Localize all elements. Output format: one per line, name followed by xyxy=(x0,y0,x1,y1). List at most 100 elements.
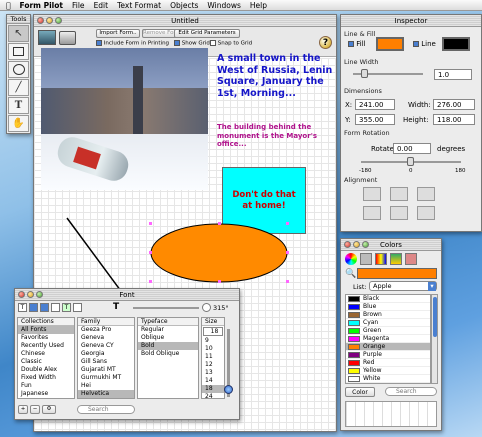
collection-item[interactable]: Japanese xyxy=(18,390,74,398)
text-color-icon[interactable] xyxy=(40,303,49,312)
color-swatch-tray[interactable] xyxy=(345,401,437,427)
text-shadow-icon[interactable]: T xyxy=(62,303,71,312)
document-color-icon[interactable] xyxy=(51,303,60,312)
color-list-item[interactable]: Cyan xyxy=(346,319,430,327)
line-width-slider-thumb[interactable] xyxy=(361,69,368,78)
apple-icon[interactable]:  xyxy=(6,1,11,10)
edit-grid-button[interactable]: Edit Grid Parameters xyxy=(174,29,240,38)
form-image-icon[interactable] xyxy=(38,30,56,45)
y-field[interactable]: 355.00 xyxy=(355,114,395,125)
color-list-item[interactable]: Yellow xyxy=(346,367,430,375)
include-printing-checkbox[interactable]: Include Form in Printing xyxy=(96,40,169,47)
size-field[interactable]: 18 xyxy=(203,327,223,336)
arrow-icon[interactable]: ↖ xyxy=(8,25,29,42)
menu-text-format[interactable]: Text Format xyxy=(117,1,161,10)
add-collection-button[interactable]: + xyxy=(18,405,28,414)
font-close-button[interactable] xyxy=(18,291,25,298)
shadow-text-icon[interactable]: T xyxy=(113,302,119,312)
color-wheel-icon[interactable] xyxy=(345,253,357,265)
align-center-h-icon[interactable] xyxy=(390,187,408,201)
font-search-field[interactable]: Search xyxy=(77,405,135,414)
fill-color-well[interactable] xyxy=(376,37,404,51)
collection-item[interactable]: Double Alex xyxy=(18,366,74,374)
collection-item[interactable]: Fixed Width xyxy=(18,374,74,382)
align-bottom-icon[interactable] xyxy=(417,206,435,220)
color-list-item[interactable]: Blue xyxy=(346,303,430,311)
colors-search-field[interactable]: Search xyxy=(385,387,437,396)
color-sliders-icon[interactable] xyxy=(360,253,372,265)
collection-item[interactable]: Chinese xyxy=(18,350,74,358)
colors-close-button[interactable] xyxy=(344,241,351,248)
size-item[interactable]: 13 xyxy=(202,369,224,377)
menu-file[interactable]: File xyxy=(72,1,85,10)
menu-windows[interactable]: Windows xyxy=(207,1,240,10)
family-item[interactable]: Geneva CY xyxy=(78,342,134,350)
text-underline-icon[interactable]: T xyxy=(18,303,27,312)
zoom-button[interactable] xyxy=(55,17,62,24)
family-item[interactable]: Gujarati MT xyxy=(78,366,134,374)
color-list-item[interactable]: Magenta xyxy=(346,335,430,343)
font-zoom-button[interactable] xyxy=(36,291,43,298)
orange-ellipse[interactable] xyxy=(150,223,288,283)
page-icon[interactable] xyxy=(73,303,82,312)
menu-edit[interactable]: Edit xyxy=(94,1,109,10)
color-list-item[interactable]: White xyxy=(346,375,430,383)
shadow-sliders[interactable] xyxy=(133,307,199,309)
magnifier-icon[interactable]: 🔍 xyxy=(345,269,356,279)
help-button[interactable]: ? xyxy=(319,36,332,49)
typeface-item[interactable]: Bold xyxy=(138,342,198,350)
menu-help[interactable]: Help xyxy=(250,1,267,10)
current-color-well[interactable] xyxy=(357,268,437,279)
collection-item[interactable]: Recently Used xyxy=(18,342,74,350)
family-item[interactable]: Helvetica xyxy=(78,390,134,398)
image-palettes-icon[interactable] xyxy=(390,253,402,265)
line-icon[interactable]: ╱ xyxy=(8,79,29,96)
list-popup[interactable]: Apple ▾ xyxy=(369,281,437,291)
color-list-item[interactable]: Green xyxy=(346,327,430,335)
strikethrough-icon[interactable] xyxy=(29,303,38,312)
menu-app[interactable]: Form Pilot xyxy=(20,1,63,10)
text-icon[interactable]: T xyxy=(8,97,29,114)
align-top-icon[interactable] xyxy=(363,206,381,220)
height-field[interactable]: 118.00 xyxy=(433,114,475,125)
fill-checkbox[interactable]: Fill xyxy=(348,40,366,48)
collection-item[interactable]: Classic xyxy=(18,358,74,366)
family-item[interactable]: Hei xyxy=(78,382,134,390)
printer-icon[interactable] xyxy=(59,31,76,45)
color-list-item[interactable]: Purple xyxy=(346,351,430,359)
colors-minimize-button[interactable] xyxy=(353,241,360,248)
hand-icon[interactable]: ✋ xyxy=(8,115,29,132)
size-item[interactable]: 12 xyxy=(202,361,224,369)
typeface-item[interactable]: Oblique xyxy=(138,334,198,342)
collection-item[interactable]: Favorites xyxy=(18,334,74,342)
snap-grid-checkbox[interactable]: Snap to Grid xyxy=(210,40,252,47)
size-item[interactable]: 11 xyxy=(202,353,224,361)
rectangle-icon[interactable] xyxy=(8,43,29,60)
rotate-field[interactable]: 0.00 xyxy=(393,143,431,154)
close-button[interactable] xyxy=(37,17,44,24)
typeface-item[interactable]: Regular xyxy=(138,326,198,334)
width-field[interactable]: 276.00 xyxy=(433,99,475,110)
family-item[interactable]: Geneva xyxy=(78,334,134,342)
size-slider-thumb[interactable] xyxy=(224,385,233,394)
family-item[interactable]: Gurmukhi MT xyxy=(78,374,134,382)
color-menu-button[interactable]: Color xyxy=(345,387,375,397)
ellipse-icon[interactable] xyxy=(8,61,29,78)
show-grid-checkbox[interactable]: Show Grid xyxy=(174,40,210,47)
color-palettes-icon[interactable] xyxy=(375,253,387,265)
size-item[interactable]: 18 xyxy=(202,385,224,393)
color-list-item[interactable]: Orange xyxy=(346,343,430,351)
size-item[interactable]: 24 xyxy=(202,393,224,398)
line-checkbox[interactable]: Line xyxy=(413,40,436,48)
line-width-field[interactable]: 1.0 xyxy=(434,69,472,80)
align-center-v-icon[interactable] xyxy=(390,206,408,220)
color-list-item[interactable]: Black xyxy=(346,295,430,303)
line-color-well[interactable] xyxy=(442,37,470,51)
menu-objects[interactable]: Objects xyxy=(170,1,198,10)
import-form-button[interactable]: Import Form.. xyxy=(96,29,140,38)
size-item[interactable]: 14 xyxy=(202,377,224,385)
font-minimize-button[interactable] xyxy=(27,291,34,298)
align-left-icon[interactable] xyxy=(363,187,381,201)
family-item[interactable]: Georgia xyxy=(78,350,134,358)
collection-item[interactable]: All Fonts xyxy=(18,326,74,334)
